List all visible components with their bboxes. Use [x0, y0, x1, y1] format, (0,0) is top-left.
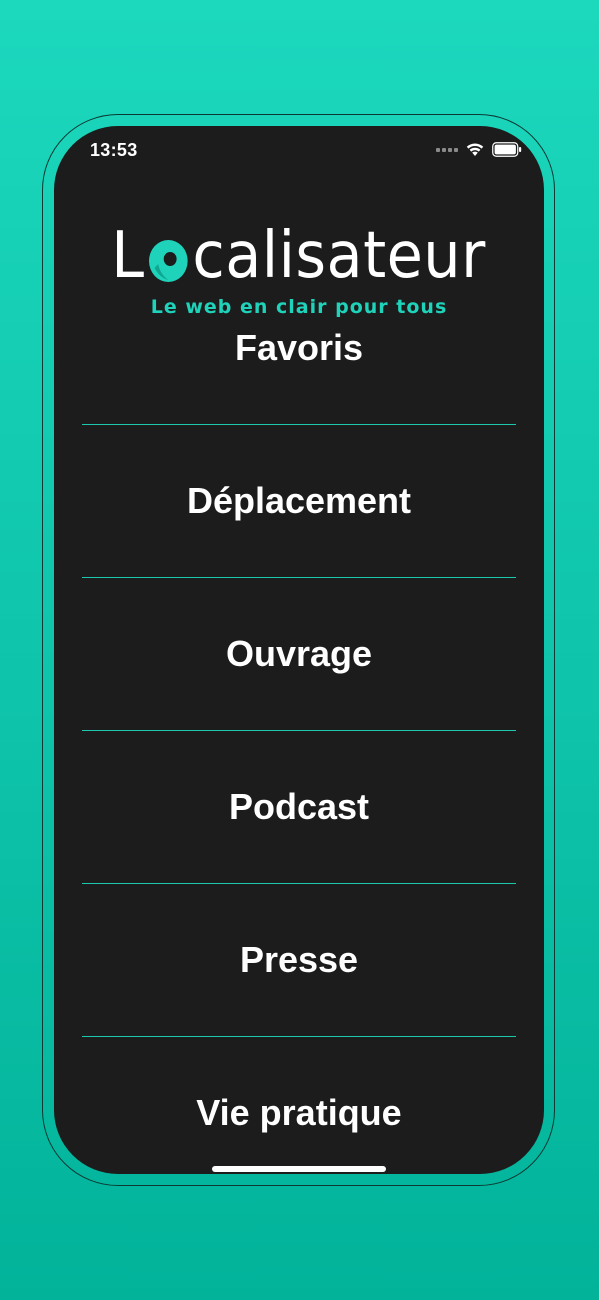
menu-item-podcast[interactable]: Podcast [82, 731, 516, 883]
menu-item-deplacement[interactable]: Déplacement [82, 425, 516, 577]
menu-item-vie-pratique[interactable]: Vie pratique [82, 1037, 516, 1174]
battery-icon [492, 142, 522, 157]
cellular-signal-icon [436, 147, 458, 152]
menu-item-presse[interactable]: Presse [82, 884, 516, 1036]
menu-item-ouvrage[interactable]: Ouvrage [82, 578, 516, 730]
status-time: 13:53 [90, 140, 138, 160]
status-icons [436, 142, 522, 157]
app-screen: 13:53 L calisateur Le web en clair pour … [54, 126, 544, 1174]
status-bar: 13:53 [54, 126, 544, 174]
home-indicator[interactable] [212, 1166, 386, 1172]
wifi-icon [466, 143, 484, 156]
menu-item-favoris[interactable]: Favoris [82, 272, 516, 424]
main-menu: Favoris Déplacement Ouvrage Podcast Pres… [82, 316, 516, 1174]
